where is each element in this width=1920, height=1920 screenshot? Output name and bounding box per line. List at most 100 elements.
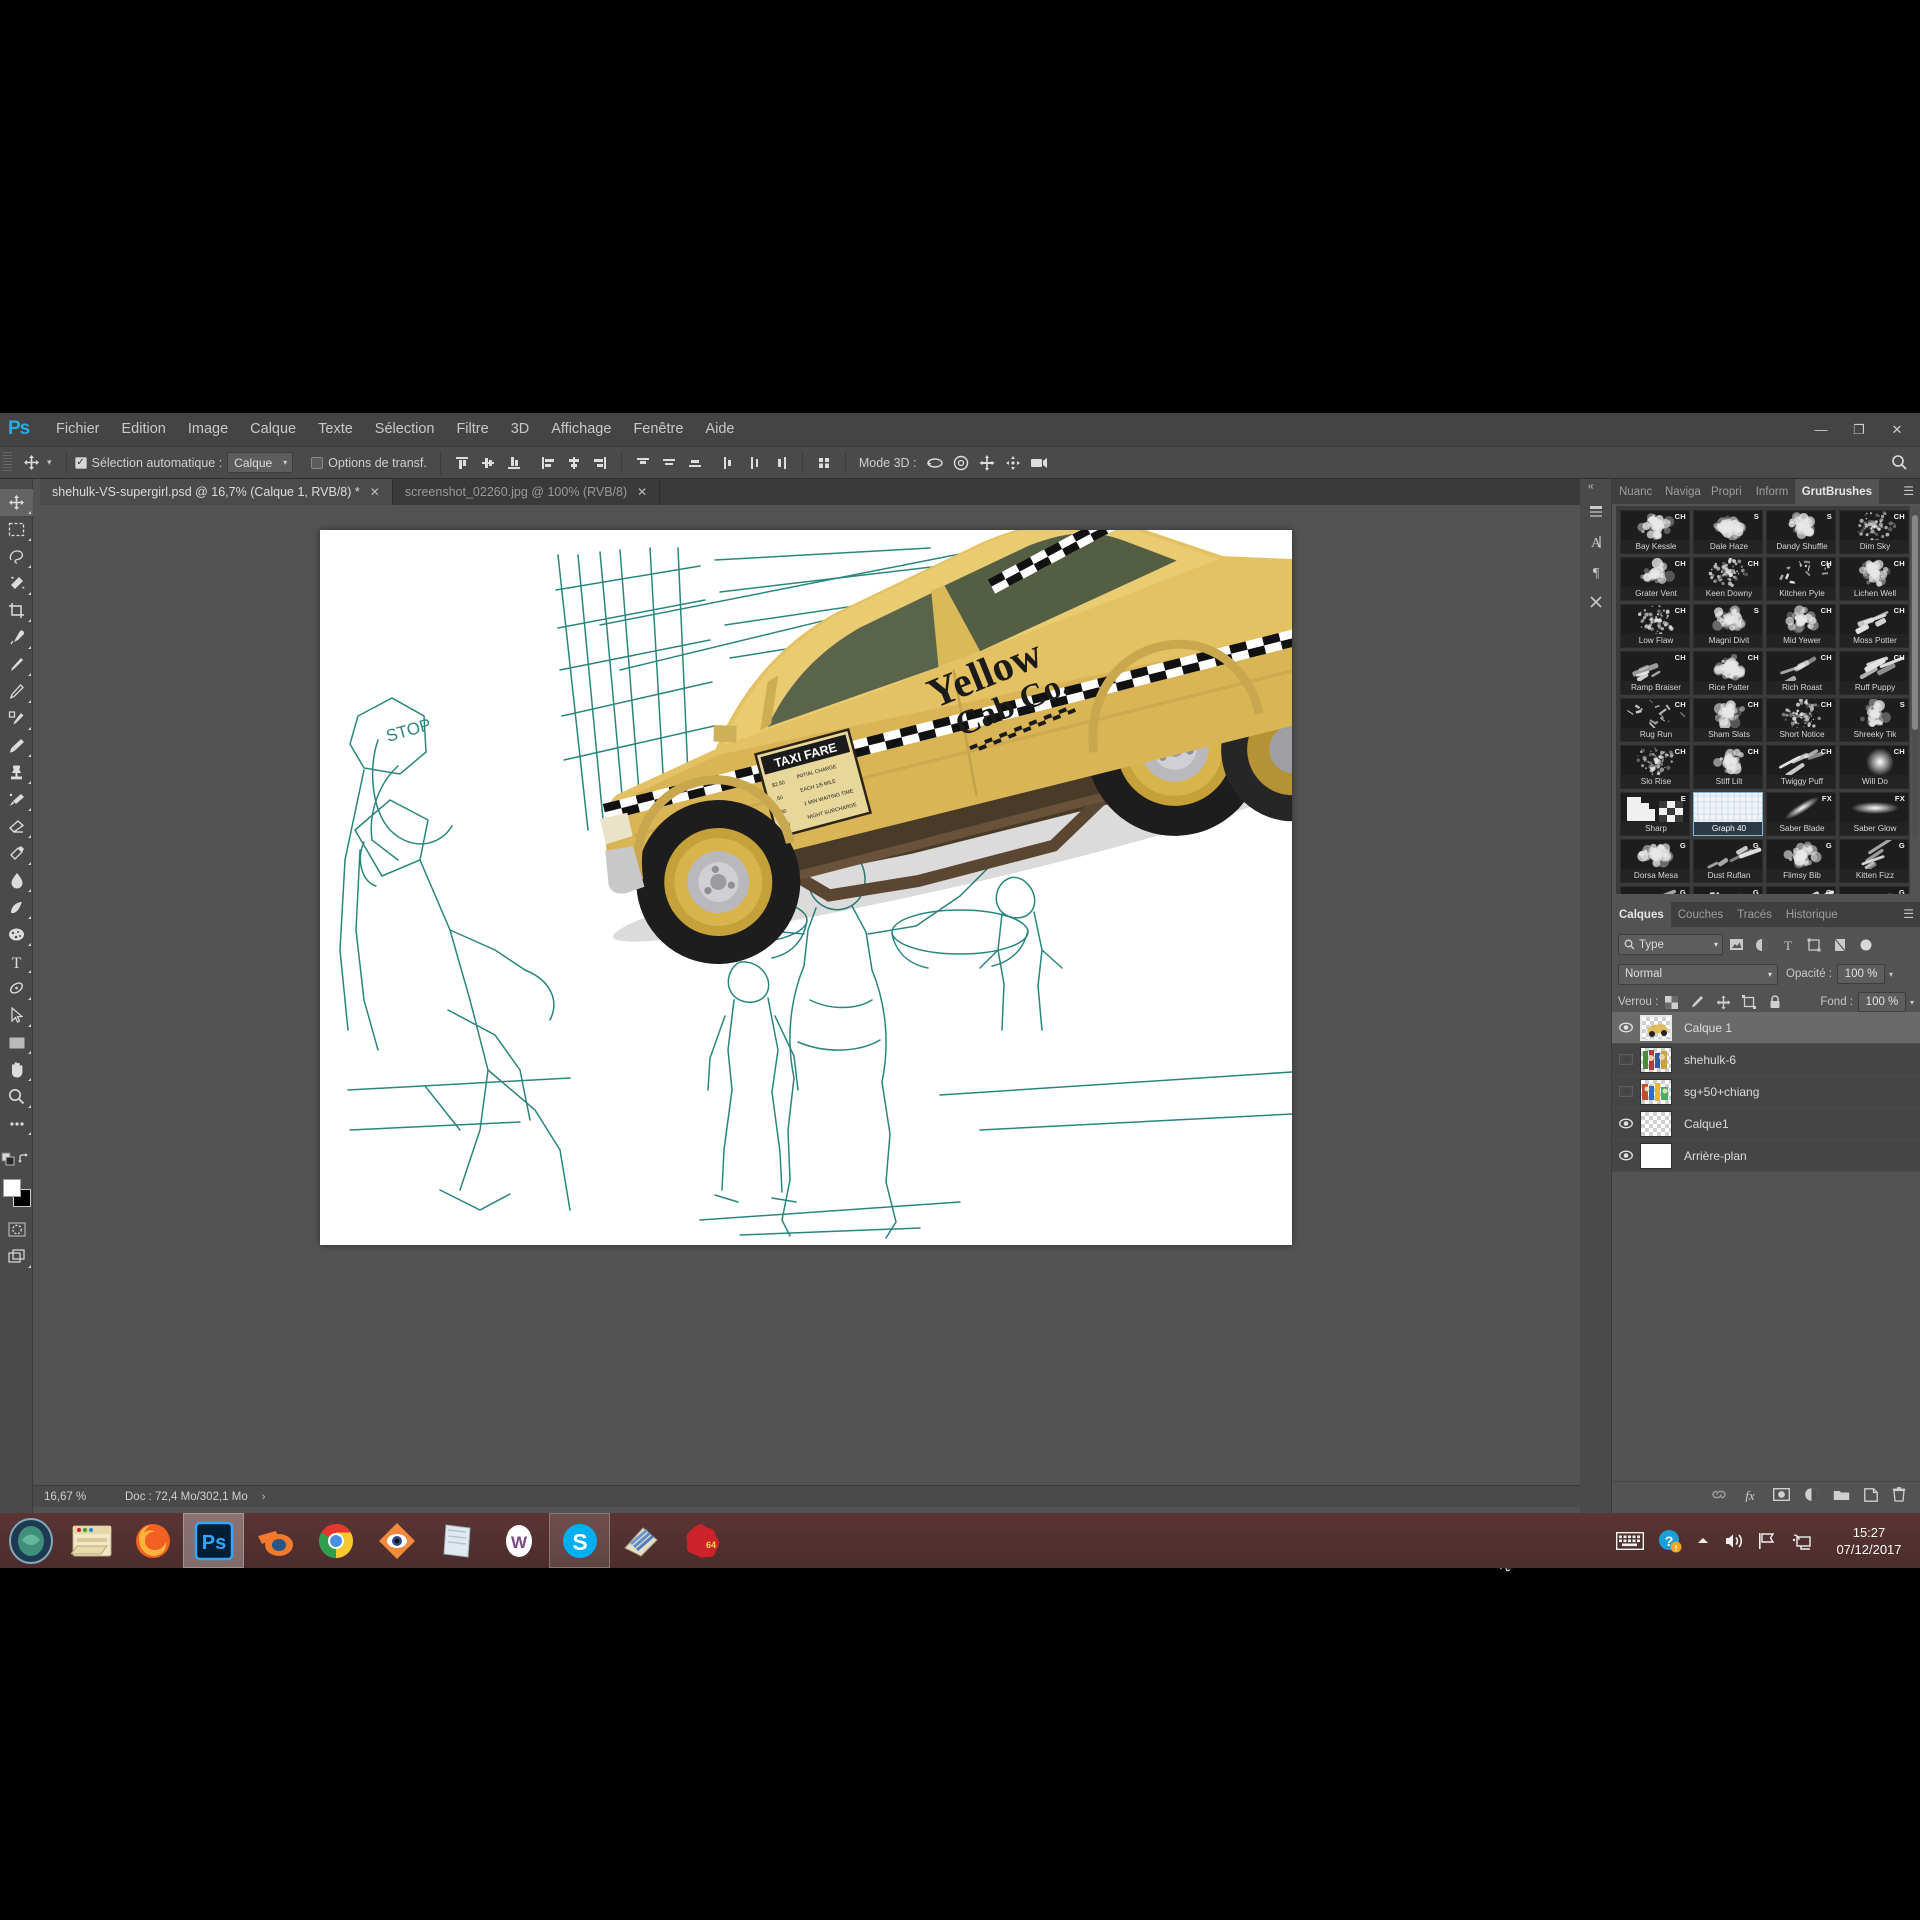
paragraph-mini-icon[interactable]: ¶ <box>1580 557 1612 587</box>
auto-select-checkbox[interactable]: ✓ <box>74 456 87 469</box>
eye-icon[interactable] <box>1612 1012 1640 1044</box>
zoom-level[interactable]: 16,67 % <box>33 1491 113 1503</box>
brush-item[interactable]: CH Low Flaw <box>1620 604 1690 648</box>
layer-thumbnail[interactable] <box>1640 1142 1672 1169</box>
skype-icon[interactable]: S <box>549 1513 610 1568</box>
brush-item[interactable]: G Dorsa Mesa <box>1620 839 1690 883</box>
delete-layer-icon[interactable] <box>1892 1487 1906 1502</box>
file-explorer-icon[interactable] <box>61 1513 122 1568</box>
lock-position-icon[interactable] <box>1710 991 1736 1013</box>
chevron-up-icon[interactable] <box>1696 1536 1710 1546</box>
brush-item[interactable]: CH Moss Potter <box>1839 604 1909 648</box>
notepad-icon[interactable] <box>427 1513 488 1568</box>
foreground-color-swatch[interactable] <box>3 1179 21 1197</box>
eye-icon[interactable] <box>1612 1108 1640 1140</box>
brush-item[interactable]: CH Rug Run <box>1620 698 1690 742</box>
align-vertical-centers-icon[interactable] <box>475 451 501 475</box>
layer-row[interactable]: Calque 1 <box>1612 1012 1920 1044</box>
eyedropper-tool[interactable] <box>0 624 33 651</box>
flag-icon[interactable] <box>1758 1532 1778 1550</box>
restore-button[interactable]: ❐ <box>1840 416 1878 444</box>
layer-thumbnail[interactable] <box>1640 1046 1672 1073</box>
rotate-3d-icon[interactable] <box>922 451 948 475</box>
history-mini-icon[interactable] <box>1580 497 1612 527</box>
tab-grutbrushes[interactable]: GrutBrushes <box>1794 479 1879 504</box>
fill-stepper-icon[interactable]: ▾ <box>1910 998 1914 1007</box>
clone-stamp-tool[interactable] <box>0 759 33 786</box>
menu-edition[interactable]: Edition <box>111 413 177 446</box>
roll-3d-icon[interactable] <box>948 451 974 475</box>
menu-aide[interactable]: Aide <box>694 413 745 446</box>
default-colors-icon[interactable] <box>0 1145 16 1172</box>
help-icon[interactable]: ?! <box>1658 1529 1682 1553</box>
layer-thumbnail[interactable] <box>1640 1078 1672 1105</box>
brush-item[interactable]: CH Stiff Lilt <box>1693 745 1763 789</box>
transform-controls-checkbox[interactable]: ✓ <box>311 456 324 469</box>
brush-item[interactable]: CH Kitchen Pyle <box>1766 557 1836 601</box>
distribute-right-edges-icon[interactable] <box>768 451 794 475</box>
minimize-button[interactable]: — <box>1802 416 1840 444</box>
brush-item[interactable]: G <box>1766 886 1836 894</box>
distribute-top-edges-icon[interactable] <box>630 451 656 475</box>
camera-3d-icon[interactable] <box>1026 451 1052 475</box>
shape-filter-icon[interactable] <box>1801 934 1827 956</box>
sai-icon[interactable] <box>366 1513 427 1568</box>
menu-fichier[interactable]: Fichier <box>45 413 111 446</box>
brush-item[interactable]: FX Saber Blade <box>1766 792 1836 836</box>
add-layer-mask-icon[interactable] <box>1773 1488 1790 1501</box>
distribute-vertical-centers-icon[interactable] <box>656 451 682 475</box>
lock-artboard-icon[interactable] <box>1736 991 1762 1013</box>
layer-row[interactable]: Calque1 <box>1612 1108 1920 1140</box>
distribute-horizontal-centers-icon[interactable] <box>742 451 768 475</box>
lasso-tool[interactable] <box>0 543 33 570</box>
tab-shehulk-vs-supergirl[interactable]: shehulk-VS-supergirl.psd @ 16,7% (Calque… <box>40 479 393 505</box>
brush-item[interactable]: CH Bay Kessle <box>1620 510 1690 554</box>
brush-item[interactable]: CH Mid Yewer <box>1766 604 1836 648</box>
volume-icon[interactable] <box>1724 1532 1744 1550</box>
layer-row[interactable]: shehulk-6 <box>1612 1044 1920 1076</box>
move-tool[interactable] <box>0 489 33 516</box>
align-bottom-edges-icon[interactable] <box>501 451 527 475</box>
start-orb[interactable] <box>0 1513 61 1568</box>
auto-align-layers-icon[interactable] <box>811 451 837 475</box>
lock-all-icon[interactable] <box>1762 991 1788 1013</box>
splat64-icon[interactable]: 64 <box>671 1513 732 1568</box>
history-brush-tool[interactable] <box>0 786 33 813</box>
swap-colors-icon[interactable] <box>16 1145 32 1172</box>
lock-image-pixels-icon[interactable] <box>1684 991 1710 1013</box>
pencil-tool[interactable] <box>0 678 33 705</box>
brush-item[interactable]: E Sharp <box>1620 792 1690 836</box>
crop-tool[interactable] <box>0 597 33 624</box>
brush-item[interactable]: CH Rice Patter <box>1693 651 1763 695</box>
blend-mode-dropdown[interactable]: Normal ▾ <box>1618 963 1778 985</box>
menu-selection[interactable]: Sélection <box>364 413 446 446</box>
layer-row[interactable]: Arrière-plan <box>1612 1140 1920 1172</box>
artboard[interactable]: STOP TAXI FARE $2,50 INITIAL CHARGE .50 … <box>320 530 1292 1245</box>
layer-thumbnail[interactable] <box>1640 1014 1672 1041</box>
tab-traces[interactable]: Tracés <box>1730 902 1779 927</box>
zoom-tool[interactable] <box>0 1083 33 1110</box>
menu-calque[interactable]: Calque <box>239 413 307 446</box>
blender-icon[interactable] <box>244 1513 305 1568</box>
hand-tool[interactable] <box>0 1056 33 1083</box>
network-icon[interactable] <box>1792 1532 1812 1550</box>
photoshop-icon[interactable]: Ps <box>183 1513 244 1568</box>
sponge-tool[interactable] <box>0 921 33 948</box>
align-left-edges-icon[interactable] <box>535 451 561 475</box>
brush-item[interactable]: CH Will Do <box>1839 745 1909 789</box>
options-bar-grip[interactable] <box>3 452 12 473</box>
opacity-stepper-icon[interactable]: ▾ <box>1889 970 1893 979</box>
pan-3d-icon[interactable] <box>974 451 1000 475</box>
new-adjustment-layer-icon[interactable] <box>1804 1487 1819 1502</box>
brush-item[interactable]: CH Rich Roast <box>1766 651 1836 695</box>
status-expand-arrow-icon[interactable]: › <box>262 1491 266 1503</box>
brush-panel-scrollbar[interactable] <box>1912 509 1918 839</box>
brush-grid-container[interactable]: CH Bay Kessle S Dale Haze S Dandy Shuffle CH Di… <box>1616 506 1910 894</box>
tab-navigation[interactable]: Naviga <box>1658 479 1704 504</box>
foreground-background-color[interactable] <box>0 1176 33 1216</box>
move-tool-preset-caret[interactable]: ▾ <box>47 457 52 468</box>
tab-proprietes[interactable]: Propri <box>1704 479 1749 504</box>
image-filter-icon[interactable] <box>1723 934 1749 956</box>
move-tool-icon[interactable] <box>16 450 46 476</box>
clock[interactable]: 15:27 07/12/2017 <box>1826 1524 1912 1558</box>
